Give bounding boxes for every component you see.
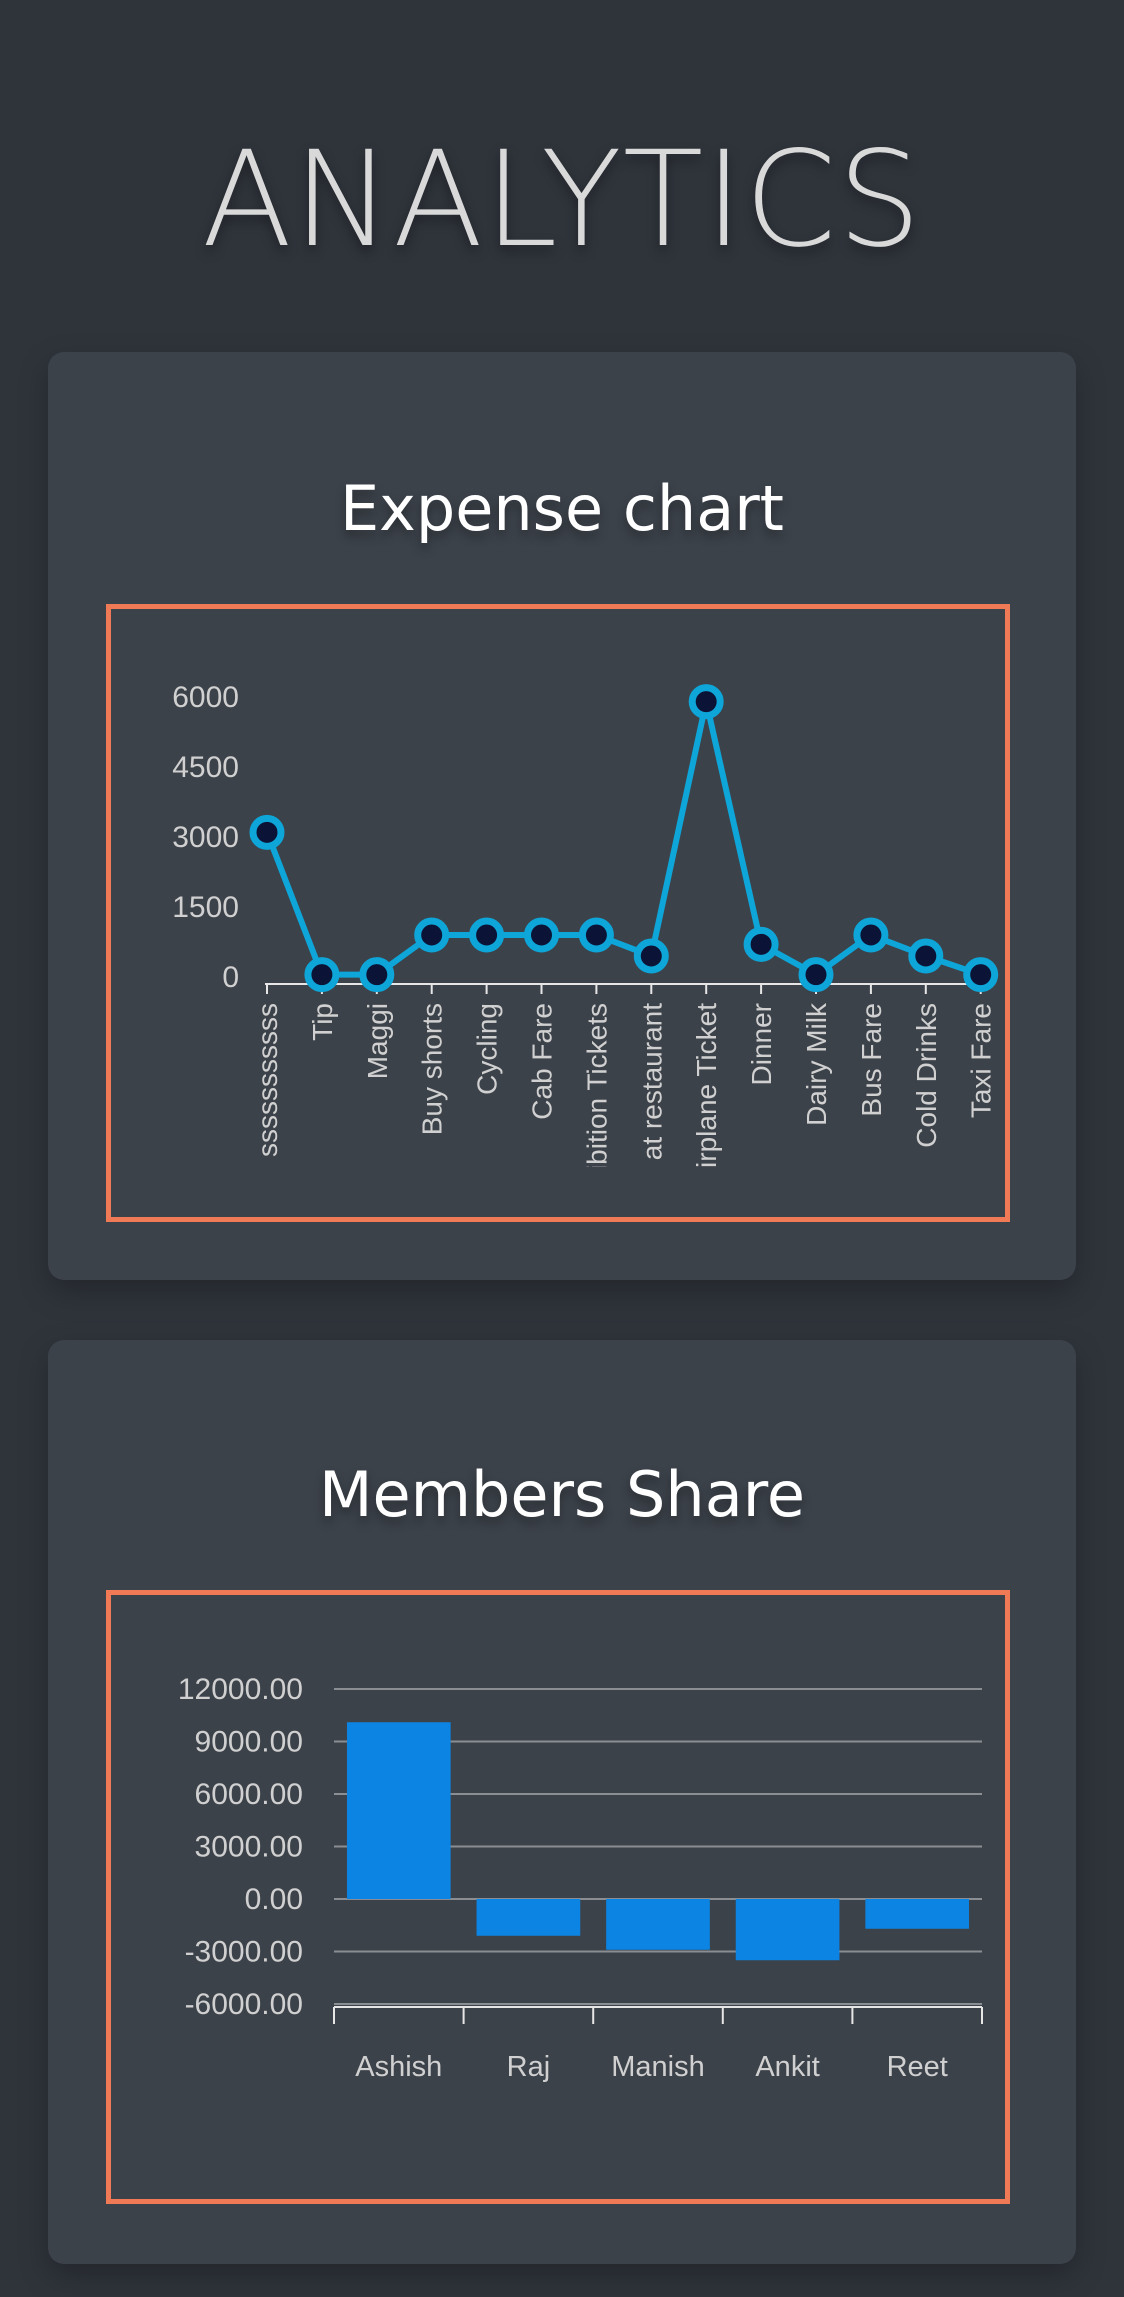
- expense-data-point: [798, 957, 834, 993]
- y-tick-label: 6000.00: [195, 1778, 303, 1811]
- y-tick-label: 0: [222, 961, 239, 994]
- members-share-card: Members Share 12000.00 9000.00 6000.00 3000…: [48, 1340, 1076, 2264]
- x-tick-label: Cycling: [472, 1003, 503, 1095]
- x-tick-label: Ashish: [355, 2051, 442, 2083]
- expense-chart-card: Expense chart 6000 4500 3000 1500 0 sssssssss…: [48, 352, 1076, 1280]
- expense-data-point: [853, 917, 889, 953]
- y-tick-label: 12000.00: [178, 1673, 303, 1706]
- expense-data-point: [908, 938, 944, 974]
- x-tick-label: Bus Fare: [856, 1003, 887, 1117]
- x-tick-label: Cab Fare: [527, 1003, 558, 1120]
- member-bar: [735, 1899, 840, 1961]
- expense-data-point: [743, 926, 779, 962]
- expense-data-point: [963, 957, 999, 993]
- members-share-title: Members Share: [319, 1458, 805, 1531]
- x-tick-label: Reet: [887, 2051, 948, 2083]
- y-tick-label: -3000.00: [185, 1936, 303, 1969]
- y-tick-label: 3000: [172, 821, 239, 854]
- x-tick-label: Tip: [307, 1003, 338, 1041]
- x-tick-label: Cold Drinks: [911, 1003, 942, 1148]
- y-tick-label: 4500: [172, 751, 239, 784]
- x-tick-label: Maggi: [362, 1003, 393, 1079]
- expense-data-point: [688, 684, 724, 720]
- y-tick-label: -6000.00: [185, 1988, 303, 2021]
- expense-data-point: [469, 917, 505, 953]
- x-tick-label: Dairy Milk: [801, 1002, 832, 1126]
- x-tick-label: sssssssssss: [252, 1003, 283, 1157]
- page-title: ANALYTICS: [201, 123, 923, 277]
- y-tick-label: 0.00: [245, 1883, 303, 1916]
- member-bar: [346, 1722, 451, 1899]
- members-share-frame: 12000.00 9000.00 6000.00 3000.00 0.00 -3000.0…: [106, 1590, 1010, 2204]
- member-bar: [476, 1899, 581, 1936]
- y-tick-label: 6000: [172, 681, 239, 714]
- expense-data-point: [359, 957, 395, 993]
- member-bar: [606, 1899, 710, 1950]
- x-tick-label: Manish: [611, 2051, 705, 2083]
- x-tick-label: Buy shorts: [417, 1003, 448, 1135]
- expense-data-point: [524, 917, 559, 953]
- expense-data-point: [578, 917, 614, 953]
- expense-data-point: [414, 917, 450, 953]
- x-tick-label: at restaurant: [636, 1003, 667, 1160]
- expense-data-point: [633, 938, 669, 974]
- expense-chart-frame: 6000 4500 3000 1500 0 sssssssssss Tip Maggi Buy …: [106, 604, 1010, 1222]
- y-tick-label: 3000.00: [195, 1831, 303, 1864]
- x-tick-label: Taxi Fare: [966, 1003, 997, 1118]
- x-tick-label: Raj: [507, 2051, 551, 2083]
- x-tick-label: xhibition Tickets: [581, 1003, 612, 1201]
- x-tick-label: Airplane Ticket: [691, 1003, 722, 1187]
- y-tick-label: 1500: [172, 891, 239, 924]
- y-tick-label: 9000.00: [195, 1726, 303, 1759]
- x-tick-label: Ankit: [755, 2051, 819, 2083]
- x-tick-label: Dinner: [746, 1003, 777, 1085]
- x-tick-labels: sssssssssss Tip Maggi Buy shorts Cycling Cab …: [252, 1002, 997, 1201]
- expense-chart-title: Expense chart: [340, 472, 784, 545]
- member-bar: [865, 1899, 970, 1929]
- members-bar-chart: 12000.00 9000.00 6000.00 3000.00 0.00 -3000.0…: [178, 1673, 983, 2083]
- expense-line-chart: 6000 4500 3000 1500 0 sssssssssss Tip Maggi Buy …: [172, 681, 999, 1201]
- expense-data-point: [304, 957, 340, 993]
- expense-data-point: [249, 814, 285, 850]
